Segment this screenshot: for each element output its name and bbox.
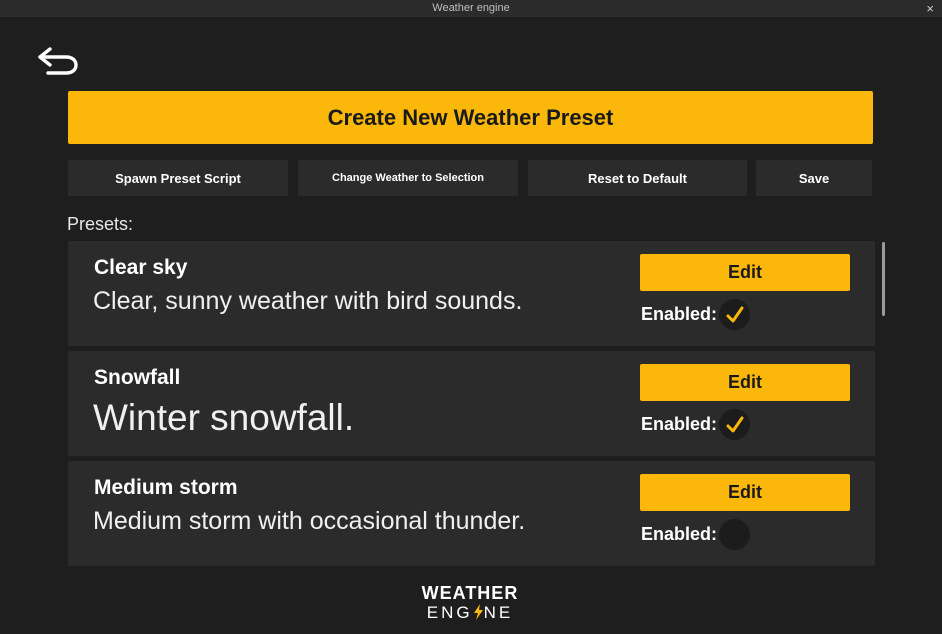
spawn-preset-script-button[interactable]: Spawn Preset Script bbox=[68, 160, 288, 196]
preset-description: Winter snowfall. bbox=[93, 397, 355, 438]
reset-default-button[interactable]: Reset to Default bbox=[528, 160, 747, 196]
enabled-label: Enabled: bbox=[641, 304, 718, 324]
enabled-toggle[interactable] bbox=[719, 299, 750, 330]
back-button[interactable] bbox=[36, 46, 80, 78]
logo-text-part-2: NE bbox=[483, 603, 514, 622]
undo-arrow-icon bbox=[38, 47, 78, 75]
enabled-toggle[interactable] bbox=[719, 519, 750, 550]
preset-card-clear-sky: Clear sky Clear, sunny weather with bird… bbox=[68, 241, 875, 346]
enabled-label: Enabled: bbox=[641, 414, 718, 434]
logo-text-part-1: ENG bbox=[426, 603, 473, 622]
preset-description: Medium storm with occasional thunder. bbox=[93, 507, 526, 535]
weather-engine-logo: WEATHER ENG NE bbox=[400, 583, 540, 627]
preset-card-snowfall: Snowfall Winter snowfall. Edit Enabled: bbox=[68, 351, 875, 456]
logo-line-1: WEATHER bbox=[421, 583, 519, 603]
preset-name: Medium storm bbox=[94, 476, 238, 499]
enabled-toggle[interactable] bbox=[719, 409, 750, 440]
logo-line-2: ENG NE bbox=[400, 603, 540, 623]
preset-card-medium-storm: Medium storm Medium storm with occasiona… bbox=[68, 461, 875, 566]
preset-description: Clear, sunny weather with bird sounds. bbox=[93, 287, 523, 315]
change-weather-button[interactable]: Change Weather to Selection bbox=[298, 160, 518, 196]
close-icon[interactable]: × bbox=[926, 0, 934, 17]
checkmark-icon bbox=[726, 306, 743, 322]
preset-name: Snowfall bbox=[94, 366, 181, 389]
window-title: Weather engine bbox=[432, 2, 510, 14]
presets-list[interactable]: Clear sky Clear, sunny weather with bird… bbox=[68, 240, 886, 566]
title-bar: Weather engine × bbox=[0, 0, 942, 17]
enabled-label: Enabled: bbox=[641, 524, 718, 544]
preset-name: Clear sky bbox=[94, 256, 188, 279]
presets-heading: Presets: bbox=[67, 214, 134, 234]
edit-button[interactable]: Edit bbox=[640, 474, 850, 511]
create-preset-button[interactable]: Create New Weather Preset bbox=[68, 91, 873, 144]
lightning-bolt-icon bbox=[473, 604, 483, 620]
save-button[interactable]: Save bbox=[756, 160, 872, 196]
edit-button[interactable]: Edit bbox=[640, 364, 850, 401]
checkmark-icon bbox=[726, 416, 743, 432]
presets-scrollbar[interactable] bbox=[882, 242, 885, 316]
edit-button[interactable]: Edit bbox=[640, 254, 850, 291]
